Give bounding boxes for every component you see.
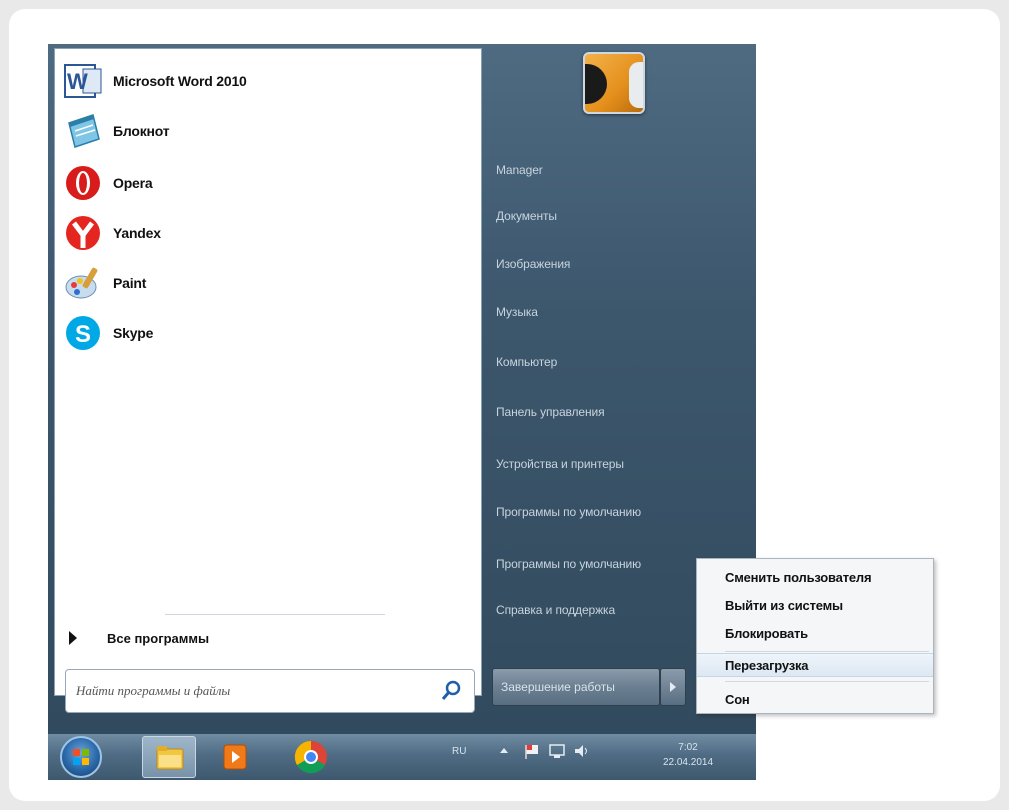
- right-item-default-programs[interactable]: Программы по умолчанию: [496, 500, 716, 524]
- program-label: Opera: [113, 175, 153, 191]
- programs-panel: W Microsoft Word 2010 Блокнот Opera Yand…: [54, 48, 482, 713]
- show-hidden-icons-button[interactable]: [498, 744, 510, 759]
- search-box[interactable]: [65, 669, 475, 713]
- svg-text:S: S: [75, 321, 91, 348]
- program-item-paint[interactable]: Paint: [63, 261, 443, 305]
- right-item-computer[interactable]: Компьютер: [496, 350, 716, 374]
- taskbar-media-player-button[interactable]: [208, 736, 262, 778]
- programs-divider: [165, 614, 385, 615]
- search-input[interactable]: [76, 683, 436, 699]
- program-item-opera[interactable]: Opera: [63, 161, 443, 205]
- avatar-shape-light: [629, 62, 643, 108]
- menu-item-switch-user[interactable]: Сменить пользователя: [697, 565, 933, 589]
- right-item-control-panel[interactable]: Панель управления: [496, 400, 716, 424]
- program-label: Yandex: [113, 225, 161, 241]
- menu-item-restart[interactable]: Перезагрузка: [697, 653, 933, 677]
- right-item-default-programs-2[interactable]: Программы по умолчанию: [496, 552, 716, 576]
- right-item-help-support[interactable]: Справка и поддержка: [496, 598, 716, 622]
- windows-logo-icon: [73, 749, 89, 765]
- chrome-icon: [294, 740, 327, 774]
- desktop-screen: W Microsoft Word 2010 Блокнот Opera Yand…: [48, 44, 756, 780]
- menu-separator: [725, 681, 929, 682]
- taskbar-chrome-button[interactable]: [284, 736, 338, 778]
- program-label: Microsoft Word 2010: [113, 73, 247, 89]
- program-label: Skype: [113, 325, 154, 341]
- arrow-right-icon: [69, 631, 77, 645]
- yandex-icon: [63, 213, 103, 253]
- media-player-icon: [223, 744, 247, 770]
- program-label: Блокнот: [113, 123, 170, 139]
- program-item-word[interactable]: W Microsoft Word 2010: [63, 59, 443, 103]
- shutdown-button[interactable]: Завершение работы: [492, 668, 660, 706]
- program-label: Paint: [113, 275, 147, 291]
- all-programs-button[interactable]: Все программы: [69, 627, 209, 649]
- right-item-music[interactable]: Музыка: [496, 300, 716, 324]
- notepad-icon: [63, 111, 103, 151]
- program-item-notepad[interactable]: Блокнот: [63, 109, 443, 153]
- taskbar: RU 7:02 22.04.2014: [48, 734, 756, 780]
- menu-item-sleep[interactable]: Сон: [697, 687, 933, 711]
- menu-separator: [725, 651, 929, 652]
- menu-item-lock[interactable]: Блокировать: [697, 621, 933, 645]
- right-item-pictures[interactable]: Изображения: [496, 252, 716, 276]
- network-icon[interactable]: [548, 742, 568, 763]
- volume-icon[interactable]: [572, 742, 592, 763]
- right-item-manager[interactable]: Manager: [496, 158, 716, 182]
- opera-icon: [63, 163, 103, 203]
- all-programs-label: Все программы: [107, 630, 210, 646]
- taskbar-explorer-button[interactable]: [142, 736, 196, 778]
- chevron-up-icon: [500, 748, 508, 753]
- clock-time: 7:02: [678, 742, 698, 753]
- tray-flag-icon[interactable]: [524, 742, 542, 763]
- search-icon[interactable]: [436, 676, 466, 706]
- arrow-right-icon: [670, 682, 676, 692]
- start-menu: W Microsoft Word 2010 Блокнот Opera Yand…: [48, 44, 756, 734]
- shutdown-context-menu: Сменить пользователя Выйти из системы Бл…: [696, 558, 934, 714]
- menu-item-log-off[interactable]: Выйти из системы: [697, 593, 933, 617]
- right-item-documents[interactable]: Документы: [496, 204, 716, 228]
- paint-icon: [63, 263, 103, 303]
- program-item-yandex[interactable]: Yandex: [63, 211, 443, 255]
- shutdown-options-button[interactable]: [660, 668, 686, 706]
- language-indicator[interactable]: RU: [452, 746, 466, 757]
- skype-icon: S: [63, 313, 103, 353]
- clock[interactable]: 7:02 22.04.2014: [648, 740, 728, 770]
- user-avatar[interactable]: [583, 52, 645, 114]
- avatar-shape-dark: [585, 64, 607, 104]
- svg-text:W: W: [67, 69, 88, 94]
- folder-icon: [156, 746, 184, 770]
- word-icon: W: [63, 61, 103, 101]
- program-item-skype[interactable]: S Skype: [63, 311, 443, 355]
- clock-date: 22.04.2014: [662, 757, 714, 768]
- start-button[interactable]: [60, 736, 102, 778]
- right-item-devices-printers[interactable]: Устройства и принтеры: [496, 452, 716, 476]
